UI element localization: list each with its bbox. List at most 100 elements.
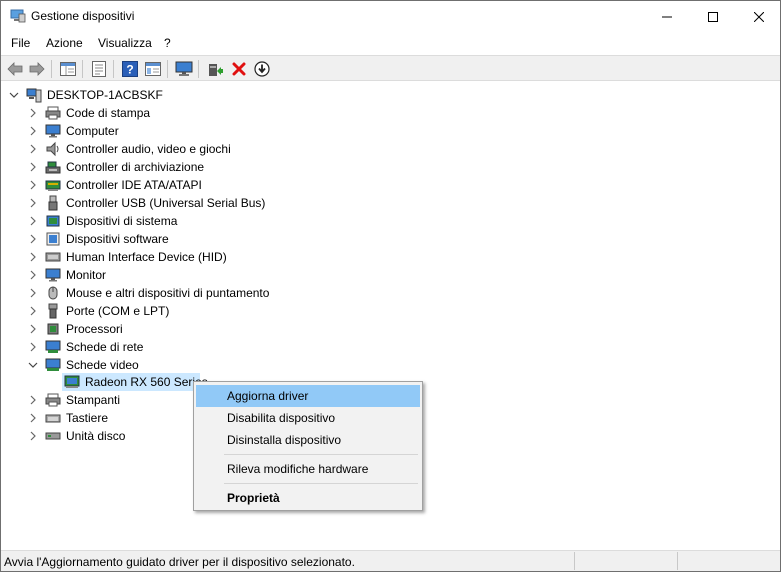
tree-item-radeon-rx-560[interactable]: Radeon RX 560 Series [1,373,208,391]
ctx-uninstall-device[interactable]: Disinstalla dispositivo [196,429,420,451]
network-adapter-icon [45,340,61,353]
status-divider [574,552,575,570]
chevron-right-icon[interactable] [28,194,38,212]
tree-item-controller-audio[interactable]: Controller audio, video e giochi [1,140,321,158]
tree-item-label: Processori [66,322,123,336]
download-driver-button[interactable] [252,59,272,79]
chevron-right-icon[interactable] [28,104,38,122]
ctx-disable-device-label: Disabilita dispositivo [227,411,336,425]
toolbar-separator [82,60,83,78]
chevron-right-icon[interactable] [28,320,38,338]
maximize-icon [708,11,718,22]
tree-item-dispositivi-sistema[interactable]: Dispositivi di sistema [1,212,321,230]
tree-item-computer[interactable]: Computer [1,122,321,140]
tree-item-label: Porte (COM e LPT) [66,304,170,318]
tree-item-label: Tastiere [66,411,109,425]
tree-item-label: Human Interface Device (HID) [66,250,227,264]
ctx-disable-device[interactable]: Disabilita dispositivo [196,407,420,429]
printer-icon [45,393,61,407]
ctx-properties[interactable]: Proprietà [196,487,420,509]
title-bar: Gestione dispositivi [1,1,780,32]
console-tree-icon [60,62,76,76]
status-divider [677,552,678,570]
device-manager-app-icon [10,9,26,23]
tree-item-stampanti[interactable]: Stampanti [1,391,191,409]
back-button[interactable] [5,59,25,79]
tree-item-dispositivi-software[interactable]: Dispositivi software [1,230,321,248]
chevron-right-icon[interactable] [28,122,38,140]
display-adapter-icon [45,358,61,371]
view-button[interactable] [143,59,163,79]
tree-item-schede-video[interactable]: Schede video [1,356,321,374]
tree-item-hid[interactable]: Human Interface Device (HID) [1,248,321,266]
chevron-right-icon[interactable] [28,176,38,194]
chevron-right-icon[interactable] [28,230,38,248]
minimize-button[interactable] [644,1,690,32]
ctx-update-driver[interactable]: Aggiorna driver [196,385,420,407]
software-device-icon [46,232,60,246]
tree-item-tastiere[interactable]: Tastiere [1,409,191,427]
uninstall-device-button[interactable] [229,59,249,79]
forward-button[interactable] [27,59,47,79]
tree-item-monitor[interactable]: Monitor [1,266,321,284]
chevron-right-icon[interactable] [28,248,38,266]
computer-monitor-icon [45,124,61,138]
close-button[interactable] [736,1,781,32]
status-text: Avvia l'Aggiornamento guidato driver per… [4,555,355,569]
chevron-right-icon[interactable] [28,140,38,158]
tree-item-porte[interactable]: Porte (COM e LPT) [1,302,321,320]
tree-item-schede-rete[interactable]: Schede di rete [1,338,321,356]
arrow-right-icon [29,62,45,76]
tree-item-label: Monitor [66,268,107,282]
tree-item-label: Controller USB (Universal Serial Bus) [66,196,266,210]
tree-item-code-di-stampa[interactable]: Code di stampa [1,104,321,122]
properties-button[interactable] [89,59,109,79]
root-computer-name: DESKTOP-1ACBSKF [47,88,163,102]
menu-azione[interactable]: Azione [46,36,83,50]
scan-hardware-button[interactable] [174,59,194,79]
toolbar-separator [113,60,114,78]
tree-item-controller-ide[interactable]: Controller IDE ATA/ATAPI [1,176,321,194]
chevron-right-icon[interactable] [28,427,38,445]
delete-x-icon [232,62,246,76]
tree-item-controller-usb[interactable]: Controller USB (Universal Serial Bus) [1,194,321,212]
menu-visualizza[interactable]: Visualizza [98,36,152,50]
show-hide-console-tree-button[interactable] [58,59,78,79]
chevron-right-icon[interactable] [28,266,38,284]
toolbar-separator [198,60,199,78]
menu-file[interactable]: File [11,36,30,50]
download-circle-icon [254,61,270,77]
tree-item-controller-archiviazione[interactable]: Controller di archiviazione [1,158,321,176]
close-icon [754,11,764,22]
chevron-right-icon[interactable] [28,338,38,356]
tree-root-node[interactable]: DESKTOP-1ACBSKF [1,86,301,104]
mouse-icon [48,286,58,300]
computer-pc-icon [26,88,42,103]
chevron-down-icon[interactable] [28,356,38,374]
chevron-right-icon[interactable] [28,158,38,176]
tree-item-label: Controller audio, video e giochi [66,142,231,156]
tree-item-label: Code di stampa [66,106,151,120]
port-icon [48,303,58,319]
tree-item-processori[interactable]: Processori [1,320,321,338]
chevron-right-icon[interactable] [28,212,38,230]
menu-help[interactable]: ? [164,36,171,50]
arrow-left-icon [7,62,23,76]
chevron-right-icon[interactable] [28,284,38,302]
ctx-update-driver-label: Aggiorna driver [227,389,309,403]
maximize-button[interactable] [690,1,736,32]
chevron-right-icon[interactable] [28,391,38,409]
ctx-scan-hardware-label: Rileva modifiche hardware [227,462,369,476]
help-button[interactable]: ? [120,59,140,79]
update-driver-button[interactable] [205,59,225,79]
update-driver-icon [209,64,223,76]
tree-item-mouse[interactable]: Mouse e altri dispositivi di puntamento [1,284,321,302]
toolbar-separator [167,60,168,78]
ctx-scan-hardware[interactable]: Rileva modifiche hardware [196,458,420,480]
tree-item-unita-disco[interactable]: Unità disco [1,427,191,445]
ctx-separator [224,454,418,455]
chevron-right-icon[interactable] [28,302,38,320]
chevron-right-icon[interactable] [28,409,38,427]
monitor-icon [45,268,61,282]
ide-controller-icon [45,180,61,191]
